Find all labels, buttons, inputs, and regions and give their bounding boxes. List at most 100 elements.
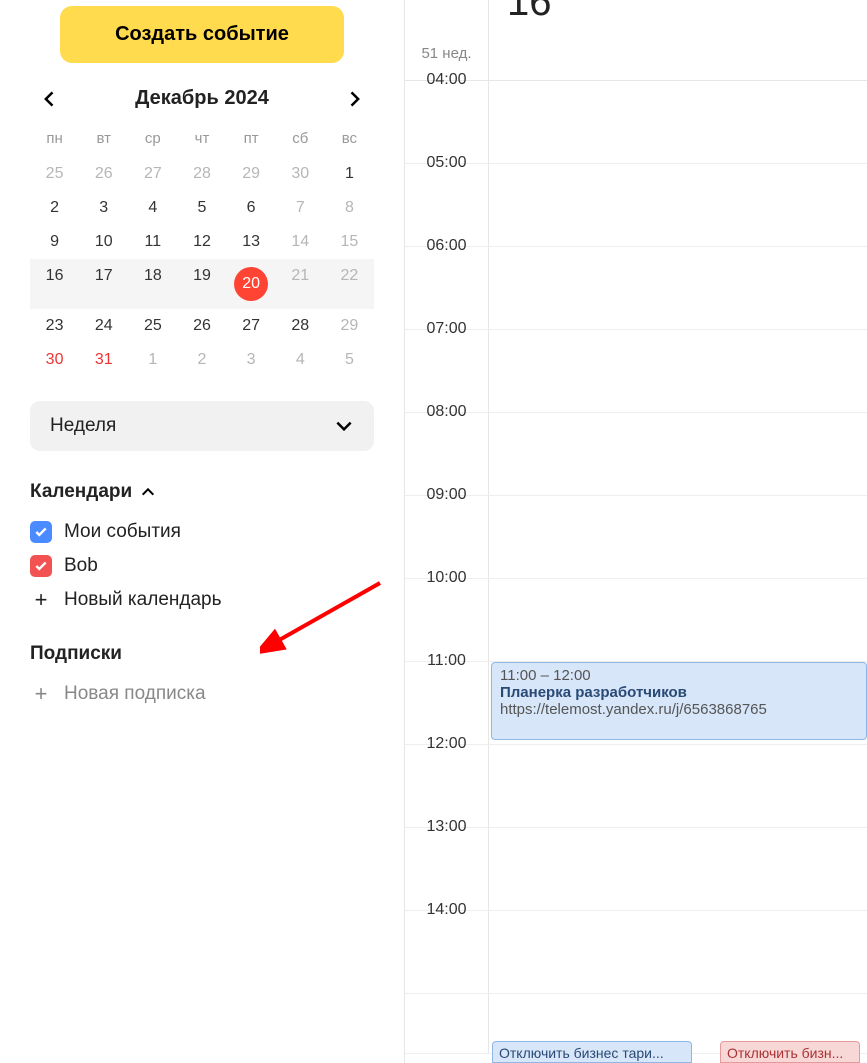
calendar-day[interactable]: 30: [30, 343, 79, 377]
hour-label: 08:00: [405, 413, 489, 495]
calendar-day[interactable]: 30: [276, 157, 325, 191]
calendar-day[interactable]: 1: [128, 343, 177, 377]
calendar-day[interactable]: 11: [128, 225, 177, 259]
plus-icon: +: [30, 683, 52, 705]
calendar-day[interactable]: 26: [79, 157, 128, 191]
day-header: 51 нед. 16 пн: [405, 0, 867, 81]
calendar-day[interactable]: 22: [325, 259, 374, 309]
week-number: 51 нед.: [405, 0, 489, 80]
dow-label: пн: [30, 124, 79, 157]
chevron-right-icon[interactable]: [344, 89, 364, 109]
calendar-day[interactable]: 28: [177, 157, 226, 191]
hour-label: 11:00: [405, 662, 489, 744]
calendar-item[interactable]: Мои события: [30, 515, 374, 549]
calendar-day[interactable]: 27: [227, 309, 276, 343]
calendar-day[interactable]: 20: [227, 259, 276, 309]
day-view: 51 нед. 16 пн 04:0005:0006:0007:0008:000…: [405, 0, 867, 1063]
calendar-day[interactable]: 19: [177, 259, 226, 309]
calendar-day[interactable]: 26: [177, 309, 226, 343]
checkbox[interactable]: [30, 521, 52, 543]
event-block[interactable]: Отключить бизнес тари...: [492, 1041, 692, 1063]
chevron-left-icon[interactable]: [40, 89, 60, 109]
time-slot[interactable]: [489, 828, 867, 910]
time-slot[interactable]: [489, 413, 867, 495]
create-event-button[interactable]: Создать событие: [60, 6, 344, 63]
calendar-item[interactable]: Bob: [30, 549, 374, 583]
dow-label: ср: [128, 124, 177, 157]
hour-label: 05:00: [405, 164, 489, 246]
calendar-day[interactable]: 5: [325, 343, 374, 377]
subscriptions-section-header[interactable]: Подписки: [30, 643, 374, 665]
calendar-day[interactable]: 10: [79, 225, 128, 259]
time-slot[interactable]: [489, 911, 867, 993]
checkbox[interactable]: [30, 555, 52, 577]
time-slot[interactable]: [489, 81, 867, 163]
new-calendar-label: Новый календарь: [64, 589, 222, 611]
calendar-day[interactable]: 13: [227, 225, 276, 259]
calendar-day[interactable]: 24: [79, 309, 128, 343]
time-slot[interactable]: [489, 247, 867, 329]
event-block[interactable]: 11:00 – 12:00Планерка разработчиковhttps…: [491, 662, 867, 740]
time-slot[interactable]: [489, 330, 867, 412]
calendar-day[interactable]: 25: [30, 157, 79, 191]
hour-label: 09:00: [405, 496, 489, 578]
calendar-day[interactable]: 25: [128, 309, 177, 343]
calendar-day[interactable]: 18: [128, 259, 177, 309]
plus-icon: +: [30, 589, 52, 611]
calendar-day[interactable]: 12: [177, 225, 226, 259]
new-subscription-label: Новая подписка: [64, 683, 206, 705]
dow-label: вт: [79, 124, 128, 157]
calendar-day[interactable]: 5: [177, 191, 226, 225]
mini-calendar-title: Декабрь 2024: [135, 87, 269, 110]
dow-label: чт: [177, 124, 226, 157]
view-select-label: Неделя: [50, 415, 116, 437]
calendar-day[interactable]: 2: [30, 191, 79, 225]
new-calendar-button[interactable]: + Новый календарь: [30, 583, 374, 617]
subscriptions-header-label: Подписки: [30, 643, 122, 665]
calendar-item-label: Мои события: [64, 521, 181, 543]
hour-label: 06:00: [405, 247, 489, 329]
new-subscription-button[interactable]: + Новая подписка: [30, 677, 374, 711]
calendar-day[interactable]: 6: [227, 191, 276, 225]
calendars-list: Мои события Bob: [30, 515, 374, 583]
dow-label: пт: [227, 124, 276, 157]
calendar-day[interactable]: 2: [177, 343, 226, 377]
calendar-day[interactable]: 29: [227, 157, 276, 191]
calendar-day[interactable]: 29: [325, 309, 374, 343]
time-slot[interactable]: [489, 164, 867, 246]
calendar-day[interactable]: 21: [276, 259, 325, 309]
calendar-day[interactable]: 14: [276, 225, 325, 259]
chevron-up-icon: [140, 484, 156, 500]
calendar-day[interactable]: 3: [227, 343, 276, 377]
calendar-day[interactable]: 9: [30, 225, 79, 259]
calendar-day[interactable]: 7: [276, 191, 325, 225]
calendar-day[interactable]: 8: [325, 191, 374, 225]
calendar-day[interactable]: 28: [276, 309, 325, 343]
calendar-day[interactable]: 27: [128, 157, 177, 191]
day-column-header[interactable]: 16 пн: [489, 0, 867, 80]
mini-calendar-body: 2526272829301234567891011121314151617181…: [30, 157, 374, 377]
calendar-day[interactable]: 15: [325, 225, 374, 259]
view-select[interactable]: Неделя: [30, 401, 374, 451]
calendars-header-label: Календари: [30, 481, 132, 503]
time-slot[interactable]: [489, 745, 867, 827]
calendar-day[interactable]: 4: [128, 191, 177, 225]
dow-label: сб: [276, 124, 325, 157]
time-grid[interactable]: 04:0005:0006:0007:0008:0009:0010:0011:00…: [405, 81, 867, 1054]
calendar-day[interactable]: 16: [30, 259, 79, 309]
sidebar: Создать событие Декабрь 2024 пнвтсрчтптс…: [0, 0, 405, 1063]
time-slot[interactable]: [489, 579, 867, 661]
event-url: https://telemost.yandex.ru/j/6563868765: [500, 701, 858, 718]
event-block[interactable]: Отключить бизн...: [720, 1041, 860, 1063]
calendar-day[interactable]: 1: [325, 157, 374, 191]
calendar-day[interactable]: 23: [30, 309, 79, 343]
time-slot[interactable]: [489, 496, 867, 578]
calendar-day[interactable]: 17: [79, 259, 128, 309]
calendar-day[interactable]: 31: [79, 343, 128, 377]
time-slot[interactable]: 11:00 – 12:00Планерка разработчиковhttps…: [489, 662, 867, 744]
calendar-day[interactable]: 4: [276, 343, 325, 377]
calendar-day[interactable]: 3: [79, 191, 128, 225]
calendars-section-header[interactable]: Календари: [30, 481, 374, 503]
hour-label: 13:00: [405, 828, 489, 910]
calendar-item-label: Bob: [64, 555, 98, 577]
